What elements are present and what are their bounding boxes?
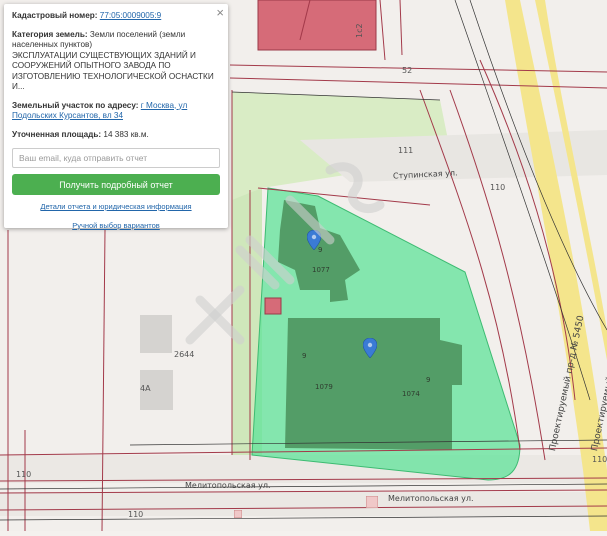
map-poi-icon bbox=[234, 510, 242, 518]
land-category-label: Категория земель: bbox=[12, 29, 88, 39]
email-input[interactable] bbox=[12, 148, 220, 168]
boundary-label: 110 bbox=[592, 455, 607, 464]
boundary-label: 111 bbox=[398, 146, 414, 155]
area-value: 14 383 кв.м. bbox=[103, 129, 149, 139]
boundary-label: 110 bbox=[128, 510, 144, 519]
boundary-label: 110 bbox=[490, 183, 506, 192]
manual-selection-link[interactable]: Ручной выбор вариантов bbox=[12, 221, 220, 232]
plot-label: 9 bbox=[426, 376, 431, 384]
area-row: Уточненная площадь: 14 383 кв.м. bbox=[12, 130, 220, 141]
land-usage-value: ЭКСПЛУАТАЦИИ СУЩЕСТВУЮЩИХ ЗДАНИЙ И СООРУ… bbox=[12, 50, 214, 92]
street-label: Мелитопольская ул. bbox=[388, 494, 474, 503]
cadastral-number-label: Кадастровый номер: bbox=[12, 11, 98, 20]
map-pin-icon[interactable] bbox=[363, 338, 377, 358]
close-icon[interactable]: × bbox=[216, 6, 224, 19]
plot-label: 1077 bbox=[312, 266, 330, 274]
cadastral-number-row: Кадастровый номер: 77:05:0009005:9 bbox=[12, 11, 220, 22]
address-row: Земельный участок по адресу: г Москва, у… bbox=[12, 101, 220, 122]
land-category-row: Категория земель: Земли поселений (земли… bbox=[12, 30, 220, 93]
building-number: 4А bbox=[140, 384, 151, 393]
map-poi-icon bbox=[366, 496, 378, 508]
plot-label: 1079 bbox=[315, 383, 333, 391]
cadastral-info-popup: × Кадастровый номер: 77:05:0009005:9 Кат… bbox=[4, 4, 228, 230]
map-pin-icon[interactable] bbox=[307, 230, 321, 250]
boundary-label: 110 bbox=[16, 470, 32, 479]
boundary-label: 52 bbox=[402, 66, 413, 75]
street-label: Мелитопольская ул. bbox=[185, 481, 271, 490]
get-report-button[interactable]: Получить подробный отчет bbox=[12, 174, 220, 195]
address-label: Земельный участок по адресу: bbox=[12, 100, 139, 110]
report-details-link[interactable]: Детали отчета и юридическая информация bbox=[12, 202, 220, 213]
boundary-label: 2644 bbox=[174, 350, 195, 359]
building-label: 1с2 bbox=[355, 23, 364, 38]
plot-label: 1074 bbox=[402, 390, 420, 398]
cadastral-number-link[interactable]: 77:05:0009005:9 bbox=[100, 11, 161, 20]
plot-label: 9 bbox=[302, 352, 307, 360]
area-label: Уточненная площадь: bbox=[12, 129, 102, 139]
